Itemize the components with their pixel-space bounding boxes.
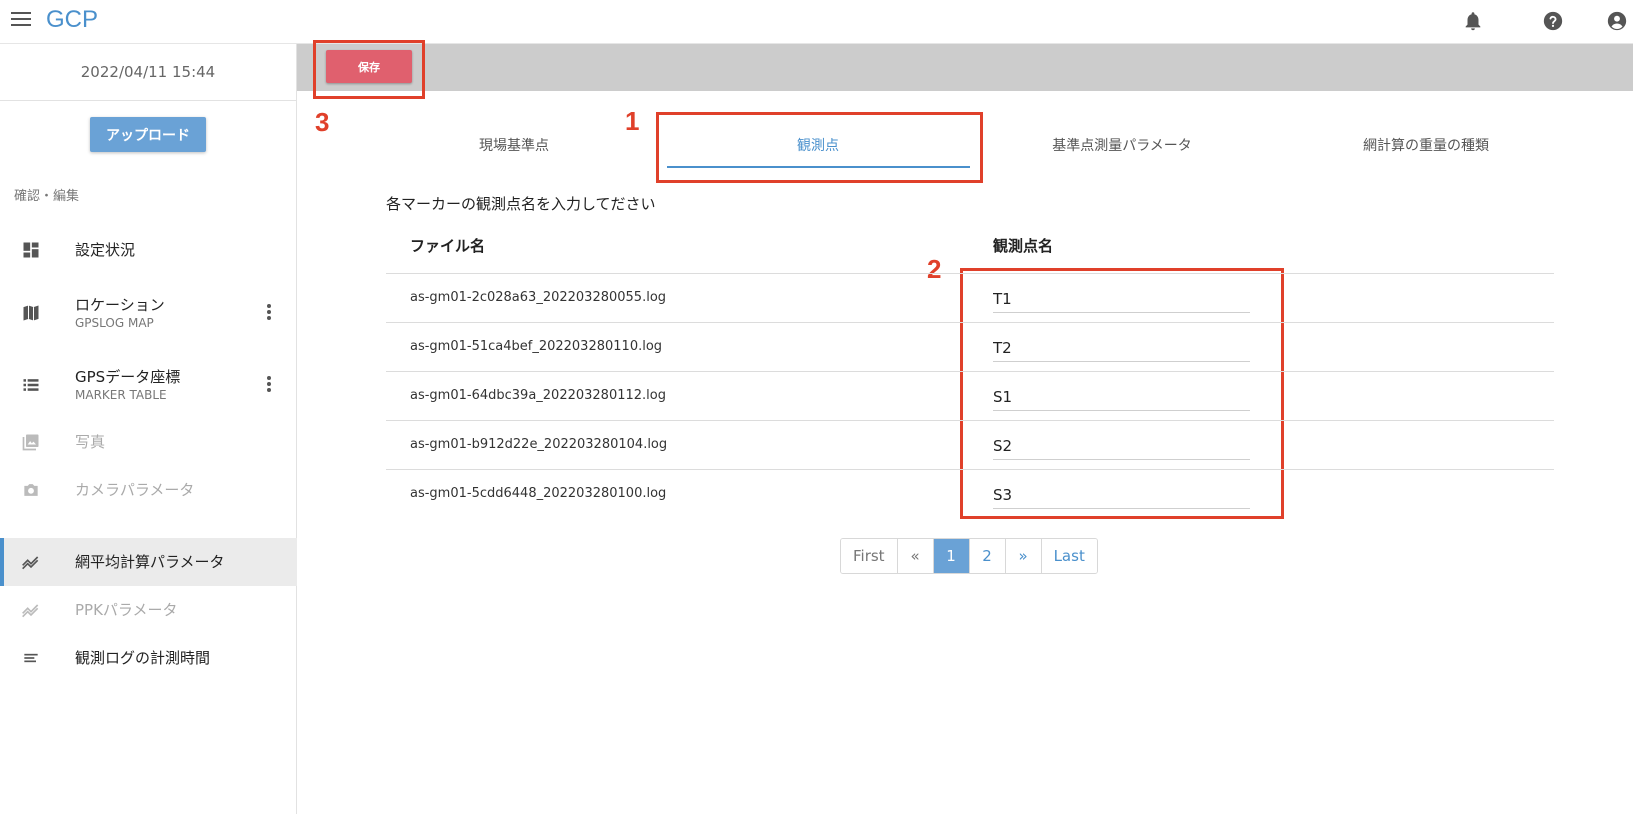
menu-icon[interactable] — [11, 12, 31, 28]
table-divider — [386, 371, 1554, 372]
sidebar-item-sublabel: MARKER TABLE — [75, 388, 167, 402]
page-first-button[interactable]: First — [841, 539, 898, 573]
sidebar-item-gps-data[interactable]: GPSデータ座標 MARKER TABLE — [0, 358, 297, 412]
trending-icon — [22, 556, 39, 570]
observation-point-input[interactable] — [993, 285, 1250, 313]
observation-point-input[interactable] — [993, 432, 1250, 460]
top-app-bar: GCP — [0, 0, 1633, 44]
annotation-number-3: 3 — [315, 107, 330, 137]
sidebar-item-label: 写真 — [75, 433, 106, 451]
dashboard-icon — [23, 242, 39, 258]
annotation-box-3 — [313, 40, 425, 99]
trending-icon — [22, 604, 39, 618]
help-icon[interactable] — [1542, 10, 1564, 32]
pagination: First « 1 2 » Last — [840, 538, 1098, 574]
page-prev-button[interactable]: « — [897, 539, 934, 573]
sidebar-item-label: 網平均計算パラメータ — [75, 553, 225, 571]
camera-icon — [24, 484, 38, 496]
sidebar-item-ppk-params[interactable]: PPKパラメータ — [0, 586, 297, 634]
tab-observation-points[interactable]: 観測点 — [666, 128, 970, 164]
observation-point-input[interactable] — [993, 481, 1250, 509]
more-vert-icon[interactable] — [266, 376, 272, 394]
sidebar-item-label: GPSデータ座標 — [75, 368, 181, 386]
column-header-point: 観測点名 — [993, 237, 1054, 255]
active-tab-indicator — [667, 166, 970, 168]
tab-weight-types[interactable]: 網計算の重量の種類 — [1274, 128, 1578, 164]
table-row-file: as-gm01-5cdd6448_202203280100.log — [410, 486, 667, 501]
more-vert-icon[interactable] — [266, 304, 272, 322]
tab-survey-parameters[interactable]: 基準点測量パラメータ — [970, 128, 1274, 164]
table-row-file: as-gm01-51ca4bef_202203280110.log — [410, 339, 663, 354]
page-number-button[interactable]: 1 — [933, 539, 970, 573]
sidebar-item-label: ロケーション — [75, 296, 165, 314]
sidebar-item-label: 観測ログの計測時間 — [75, 649, 211, 667]
column-header-file: ファイル名 — [410, 237, 486, 255]
page-last-button[interactable]: Last — [1041, 539, 1097, 573]
sidebar-item-network-adjustment[interactable]: 網平均計算パラメータ — [0, 538, 297, 586]
instruction-text: 各マーカーの観測点名を入力してださい — [386, 195, 656, 213]
map-icon — [23, 305, 39, 321]
sidebar-item-photos[interactable]: 写真 — [0, 418, 297, 466]
datetime-display: 2022/04/11 15:44 — [0, 44, 296, 101]
sidebar-item-log-duration[interactable]: 観測ログの計測時間 — [0, 634, 297, 682]
tab-site-reference-points[interactable]: 現場基準点 — [362, 128, 666, 164]
sidebar-item-sublabel: GPSLOG MAP — [75, 316, 154, 330]
table-divider — [386, 322, 1554, 323]
list-icon — [23, 379, 39, 391]
table-row-file: as-gm01-2c028a63_202203280055.log — [410, 290, 667, 305]
sidebar-item-label: PPKパラメータ — [75, 601, 178, 619]
photo-library-icon — [22, 434, 39, 451]
action-toolbar: 保存 — [297, 44, 1633, 91]
sidebar: 2022/04/11 15:44 アップロード 確認・編集 設定状況 ロケーショ… — [0, 44, 297, 814]
sidebar-item-camera-params[interactable]: カメラパラメータ — [0, 466, 297, 514]
sidebar-item-label: カメラパラメータ — [75, 481, 195, 499]
table-divider — [386, 273, 1554, 274]
table-divider — [386, 420, 1554, 421]
table-row-file: as-gm01-64dbc39a_202203280112.log — [410, 388, 666, 403]
page-number-button[interactable]: 2 — [969, 539, 1006, 573]
sidebar-item-label: 設定状況 — [75, 241, 136, 259]
table-divider — [386, 469, 1554, 470]
observation-point-input[interactable] — [993, 383, 1250, 411]
sidebar-item-settings-status[interactable]: 設定状況 — [0, 226, 297, 274]
upload-button[interactable]: アップロード — [90, 117, 206, 152]
observation-point-input[interactable] — [993, 334, 1250, 362]
notification-bell-icon[interactable] — [1462, 10, 1484, 32]
annotation-number-2: 2 — [927, 254, 942, 284]
section-label: 確認・編集 — [14, 189, 80, 204]
app-title: GCP — [46, 6, 99, 33]
sidebar-item-location[interactable]: ロケーション GPSLOG MAP — [0, 286, 297, 340]
page-next-button[interactable]: » — [1005, 539, 1042, 573]
table-row-file: as-gm01-b912d22e_202203280104.log — [410, 437, 668, 452]
account-circle-icon[interactable] — [1606, 10, 1628, 32]
short-text-icon — [24, 653, 38, 663]
